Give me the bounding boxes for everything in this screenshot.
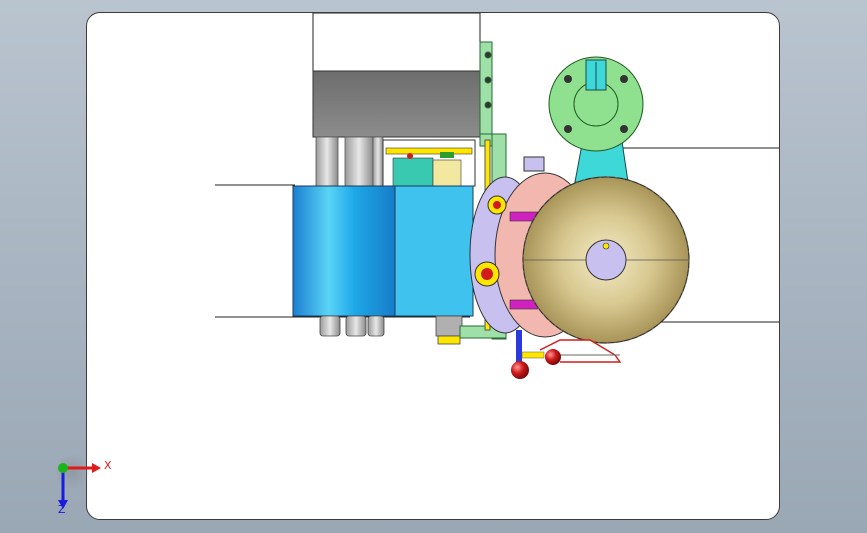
y-axis-dot (58, 463, 68, 473)
base-block (312, 13, 481, 73)
connector (523, 156, 545, 172)
coordinate-triad: X Z (48, 452, 118, 518)
x-axis-arrow-icon (92, 463, 101, 473)
flange-bracket (548, 56, 644, 183)
x-axis-label: X (104, 459, 112, 472)
z-axis-label: Z (58, 503, 66, 516)
dish-reflector (522, 176, 690, 344)
gear-box (382, 139, 476, 187)
bottom-nuts (319, 315, 463, 345)
motor-housing (312, 70, 481, 138)
cad-model (215, 13, 779, 379)
cylinder-body (292, 185, 474, 317)
